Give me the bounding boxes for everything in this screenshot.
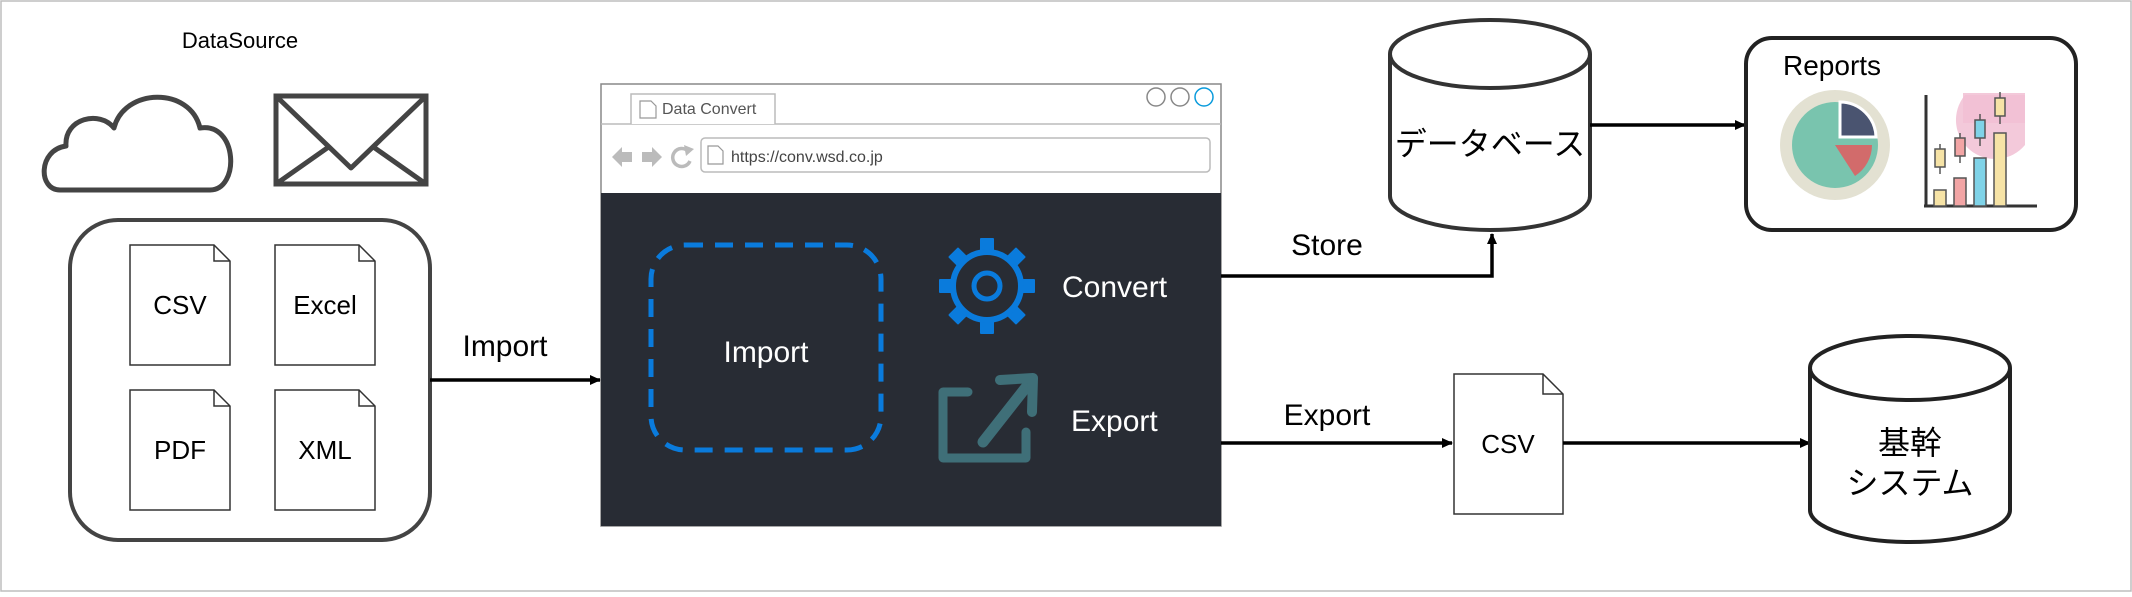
page-icon xyxy=(639,100,657,119)
import-label: Import xyxy=(723,336,809,369)
pie-chart-icon xyxy=(1780,90,1890,200)
datasource-container xyxy=(68,218,432,542)
window-control-minimize[interactable] xyxy=(1146,87,1166,107)
page-icon xyxy=(707,145,724,165)
file-label: Excel xyxy=(293,290,357,320)
browser-window: Data Convert https://conv.wsd.co.jp Impo… xyxy=(600,83,1222,527)
diagram-canvas: DataSource CSV Excel PDF XML Import Data… xyxy=(0,0,2132,592)
window-control-maximize[interactable] xyxy=(1170,87,1190,107)
file-excel: Excel xyxy=(274,244,376,366)
import-arrow-label: Import xyxy=(462,330,548,363)
file-csv: CSV xyxy=(129,244,231,366)
reports-title: Reports xyxy=(1783,50,1881,81)
core-system-cylinder: 基幹 システム xyxy=(1808,334,2012,544)
database-label: データベース xyxy=(1395,126,1585,162)
architecture-diagram: DataSource CSV Excel PDF XML Import Data… xyxy=(0,0,2132,592)
export-label: Export xyxy=(1071,405,1158,438)
convert-label: Convert xyxy=(1062,271,1168,304)
window-control-close[interactable] xyxy=(1194,87,1214,107)
file-xml: XML xyxy=(274,389,376,511)
browser-tab-label: Data Convert xyxy=(662,101,757,118)
file-label: XML xyxy=(298,435,351,465)
database-cylinder: データベース xyxy=(1388,18,1592,232)
csv-output-file: CSV xyxy=(1453,373,1564,515)
csv-output-label: CSV xyxy=(1481,429,1535,459)
store-arrow-label: Store xyxy=(1291,229,1363,262)
datasource-title: DataSource xyxy=(182,28,298,53)
url-text: https://conv.wsd.co.jp xyxy=(731,149,883,166)
file-pdf: PDF xyxy=(129,389,231,511)
file-label: PDF xyxy=(154,435,206,465)
file-label: CSV xyxy=(153,290,207,320)
gear-icon[interactable] xyxy=(939,238,1035,334)
core-system-label-line2: システム xyxy=(1846,465,1973,501)
core-system-label-line1: 基幹 xyxy=(1878,425,1942,461)
export-arrow-label: Export xyxy=(1284,399,1371,432)
